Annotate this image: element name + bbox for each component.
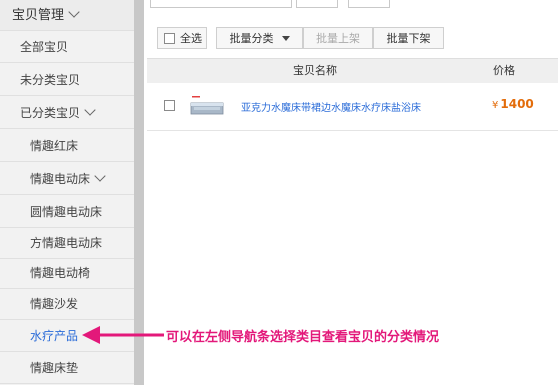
- caret-down-icon: [281, 36, 290, 41]
- currency-symbol: ¥: [492, 100, 499, 111]
- sidebar-item-label: 情趣沙发: [30, 297, 79, 311]
- sidebar-item-category-8[interactable]: 情趣床垫: [0, 353, 134, 384]
- sidebar-item-label: 方情趣电动床: [30, 236, 103, 250]
- select-all-label: 全选: [180, 32, 202, 45]
- table-header: 宝贝名称 价格: [147, 58, 558, 84]
- sidebar-item-category-2[interactable]: 情趣电动床: [0, 164, 134, 195]
- row-checkbox[interactable]: [164, 100, 175, 111]
- select-all-checkbox[interactable]: [164, 33, 175, 44]
- batch-category-button[interactable]: 批量分类: [216, 27, 303, 49]
- sidebar-item-all-items[interactable]: 全部宝贝: [0, 32, 134, 63]
- sidebar-item-label: 已分类宝贝: [20, 106, 81, 120]
- sidebar-item-label: 情趣电动椅: [30, 266, 91, 280]
- sidebar-item-category-4[interactable]: 方情趣电动床: [0, 228, 134, 259]
- column-header-price: 价格: [493, 64, 515, 77]
- sidebar-item-label: 情趣床垫: [30, 361, 79, 375]
- batch-toolbar: 全选 批量分类 批量上架 批量下架: [147, 22, 558, 54]
- chevron-down-icon: [84, 104, 96, 116]
- batch-list-button[interactable]: 批量上架: [303, 27, 373, 49]
- batch-delist-label: 批量下架: [386, 32, 431, 45]
- sidebar-item-uncategorized[interactable]: 未分类宝贝: [0, 65, 134, 96]
- filter-select[interactable]: [348, 0, 390, 8]
- sidebar-item-label: 情趣红床: [30, 139, 79, 153]
- sidebar-item-label: 宝贝管理: [12, 8, 65, 23]
- sidebar-item-categorized[interactable]: 已分类宝贝: [0, 98, 134, 129]
- sidebar-item-label: 全部宝贝: [20, 40, 69, 54]
- sidebar-item-label: 未分类宝贝: [20, 73, 81, 87]
- sidebar-item-item-management[interactable]: 宝贝管理: [0, 0, 134, 31]
- product-price: ¥1400: [492, 97, 534, 111]
- product-thumbnail[interactable]: [190, 96, 224, 118]
- sidebar-item-label: 水疗产品: [30, 329, 79, 343]
- sidebar-item-label: 情趣电动床: [30, 172, 91, 186]
- product-title-link[interactable]: 亚克力水魔床带裙边水魔床水疗床盐浴床: [241, 99, 421, 114]
- annotation-arrow-icon: [82, 326, 164, 344]
- batch-category-label: 批量分类: [229, 32, 274, 45]
- sidebar-item-label: 圆情趣电动床: [30, 205, 103, 219]
- price-value: 1400: [500, 97, 534, 111]
- sidebar-item-category-3[interactable]: 圆情趣电动床: [0, 197, 134, 228]
- chevron-down-icon: [94, 170, 106, 182]
- annotation-text: 可以在左侧导航条选择类目查看宝贝的分类情况: [166, 330, 440, 345]
- select-all-button[interactable]: 全选: [157, 27, 207, 49]
- filter-select[interactable]: [296, 0, 338, 8]
- batch-list-label: 批量上架: [316, 32, 360, 45]
- sidebar-item-category-1[interactable]: 情趣红床: [0, 131, 134, 162]
- column-header-name: 宝贝名称: [293, 64, 337, 77]
- batch-delist-button[interactable]: 批量下架: [373, 27, 444, 49]
- sidebar-item-category-5[interactable]: 情趣电动椅: [0, 258, 134, 289]
- chevron-down-icon: [68, 6, 80, 18]
- sidebar-item-category-6[interactable]: 情趣沙发: [0, 289, 134, 320]
- search-input[interactable]: [150, 0, 292, 8]
